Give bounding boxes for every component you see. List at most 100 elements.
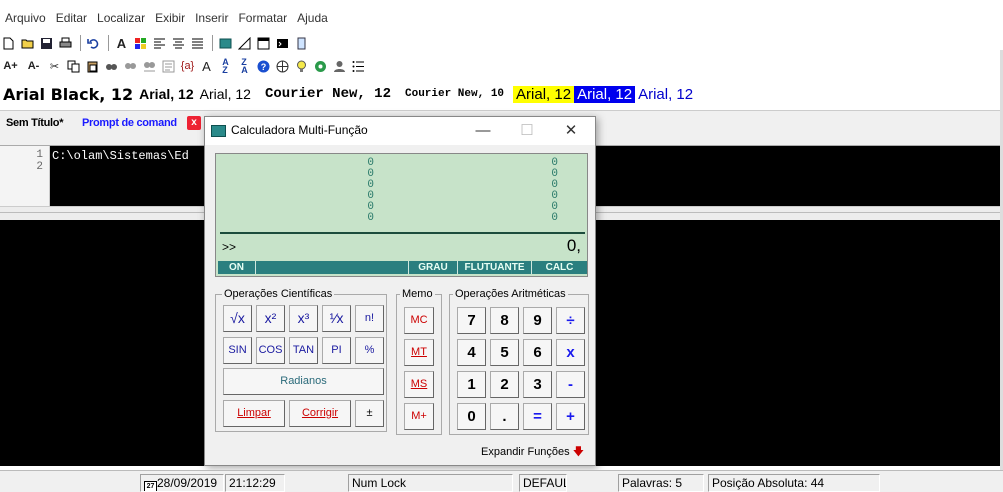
font-preset-arial[interactable]: Arial, 12 (197, 86, 254, 102)
pi-button[interactable]: PI (322, 337, 351, 364)
cut-icon[interactable]: ✂ (46, 58, 63, 75)
factorial-button[interactable]: n! (355, 305, 384, 332)
tab-prompt-de-comando[interactable]: Prompt de comand (82, 117, 177, 129)
help-icon[interactable]: ? (255, 58, 272, 75)
font-increase-icon[interactable]: A+ (0, 58, 21, 75)
close-tab-icon[interactable]: x (187, 116, 201, 130)
cos-button[interactable]: COS (256, 337, 285, 364)
font-preset-arial-bold[interactable]: Arial, 12 (136, 86, 196, 102)
reciprocal-button[interactable]: ¹⁄x (322, 305, 351, 332)
minimize-button[interactable]: — (463, 120, 503, 142)
font-icon[interactable]: A (113, 35, 130, 52)
menu-exibir[interactable]: Exibir (150, 11, 190, 25)
memory-add-button[interactable]: M+ (404, 403, 434, 430)
calculator-titlebar[interactable]: Calculadora Multi-Função — ☐ ✕ (205, 117, 595, 145)
globe-icon[interactable] (274, 58, 291, 75)
undo-icon[interactable] (85, 35, 102, 52)
digit-3-button[interactable]: 3 (523, 371, 552, 398)
equals-button[interactable]: = (523, 403, 552, 430)
braces-icon[interactable]: {a} (179, 58, 196, 75)
plus-minus-button[interactable]: ± (355, 400, 384, 427)
sort-asc-icon[interactable]: AZ (217, 58, 234, 75)
color-grid-icon[interactable] (132, 35, 149, 52)
percent-button[interactable]: % (355, 337, 384, 364)
add-button[interactable]: + (556, 403, 585, 430)
menu-formatar[interactable]: Formatar (233, 11, 292, 25)
list-format-icon[interactable] (160, 58, 177, 75)
radianos-button[interactable]: Radianos (223, 368, 384, 395)
sin-button[interactable]: SIN (223, 337, 252, 364)
align-left-icon[interactable] (151, 35, 168, 52)
divide-button[interactable]: ÷ (556, 307, 585, 334)
cube-button[interactable]: x³ (289, 305, 318, 332)
font-preset-arial-black[interactable]: Arial Black, 12 (0, 85, 136, 104)
corrigir-button[interactable]: Corrigir (289, 400, 351, 427)
digit-5-button[interactable]: 5 (490, 339, 519, 366)
memory-recall-button[interactable]: MT (404, 339, 434, 366)
paste-icon[interactable] (84, 58, 101, 75)
page-icon[interactable] (293, 35, 310, 52)
digit-8-button[interactable]: 8 (490, 307, 519, 334)
scientific-group-label: Operações Científicas (222, 288, 335, 300)
multiply-button[interactable]: x (556, 339, 585, 366)
line-gutter: 1 2 (0, 146, 50, 206)
open-folder-icon[interactable] (19, 35, 36, 52)
save-icon[interactable] (38, 35, 55, 52)
sort-desc-icon[interactable]: ZA (236, 58, 253, 75)
replace-icon[interactable] (141, 58, 158, 75)
calculator-icon[interactable] (217, 35, 234, 52)
subtract-button[interactable]: - (556, 371, 585, 398)
digit-7-button[interactable]: 7 (457, 307, 486, 334)
digit-4-button[interactable]: 4 (457, 339, 486, 366)
close-button[interactable]: ✕ (551, 120, 591, 142)
main-toolbar: A (0, 32, 312, 54)
align-center-icon[interactable] (170, 35, 187, 52)
decimal-button[interactable]: . (490, 403, 519, 430)
font-preset-courier-12[interactable]: Courier New, 12 (262, 86, 394, 102)
align-justify-icon[interactable] (189, 35, 206, 52)
menu-arquivo[interactable]: Arquivo (0, 11, 51, 25)
bullet-list-icon[interactable] (350, 58, 367, 75)
find-next-icon[interactable] (122, 58, 139, 75)
font-decrease-icon[interactable]: A- (23, 58, 44, 75)
lightbulb-icon[interactable] (293, 58, 310, 75)
new-file-icon[interactable] (0, 35, 17, 52)
arithmetic-group-label: Operações Aritméticas (453, 288, 568, 300)
digit-1-button[interactable]: 1 (457, 371, 486, 398)
digit-6-button[interactable]: 6 (523, 339, 552, 366)
digit-0-button[interactable]: 0 (457, 403, 486, 430)
menu-ajuda[interactable]: Ajuda (292, 11, 333, 25)
status-flutuante: FLUTUANTE (458, 261, 532, 274)
uppercase-icon[interactable]: A (198, 58, 215, 75)
sqrt-button[interactable]: √x (223, 305, 252, 332)
memory-store-button[interactable]: MS (404, 371, 434, 398)
print-icon[interactable] (57, 35, 74, 52)
font-preset-arial-yellow[interactable]: Arial, 12 (513, 85, 575, 103)
tan-button[interactable]: TAN (289, 337, 318, 364)
digit-9-button[interactable]: 9 (523, 307, 552, 334)
tab-sem-titulo[interactable]: Sem Título* (6, 117, 64, 129)
square-button[interactable]: x² (256, 305, 285, 332)
user-icon[interactable] (331, 58, 348, 75)
expand-functions-link[interactable]: Expandir Funções 🡇 (481, 443, 584, 462)
window-icon[interactable] (255, 35, 272, 52)
copy-icon[interactable] (65, 58, 82, 75)
triangle-ruler-icon[interactable] (236, 35, 253, 52)
font-preset-arial-bluetext[interactable]: Arial, 12 (635, 86, 696, 103)
menu-bar: Arquivo Editar Localizar Exibir Inserir … (0, 8, 333, 28)
disc-icon[interactable] (312, 58, 329, 75)
font-preset-courier-10[interactable]: Courier New, 10 (402, 88, 507, 100)
font-preset-arial-blue[interactable]: Arial, 12 (574, 85, 636, 103)
calculator-window: Calculadora Multi-Função — ☐ ✕ 0 0 0 0 0… (204, 116, 596, 466)
find-icon[interactable] (103, 58, 120, 75)
maximize-button[interactable]: ☐ (507, 120, 547, 142)
memory-clear-button[interactable]: MC (404, 307, 434, 334)
svg-text:?: ? (261, 62, 267, 72)
menu-localizar[interactable]: Localizar (92, 11, 150, 25)
limpar-button[interactable]: Limpar (223, 400, 285, 427)
terminal-icon[interactable] (274, 35, 291, 52)
menu-editar[interactable]: Editar (51, 11, 92, 25)
digit-2-button[interactable]: 2 (490, 371, 519, 398)
stack-value: 0 (551, 212, 558, 224)
menu-inserir[interactable]: Inserir (190, 11, 233, 25)
